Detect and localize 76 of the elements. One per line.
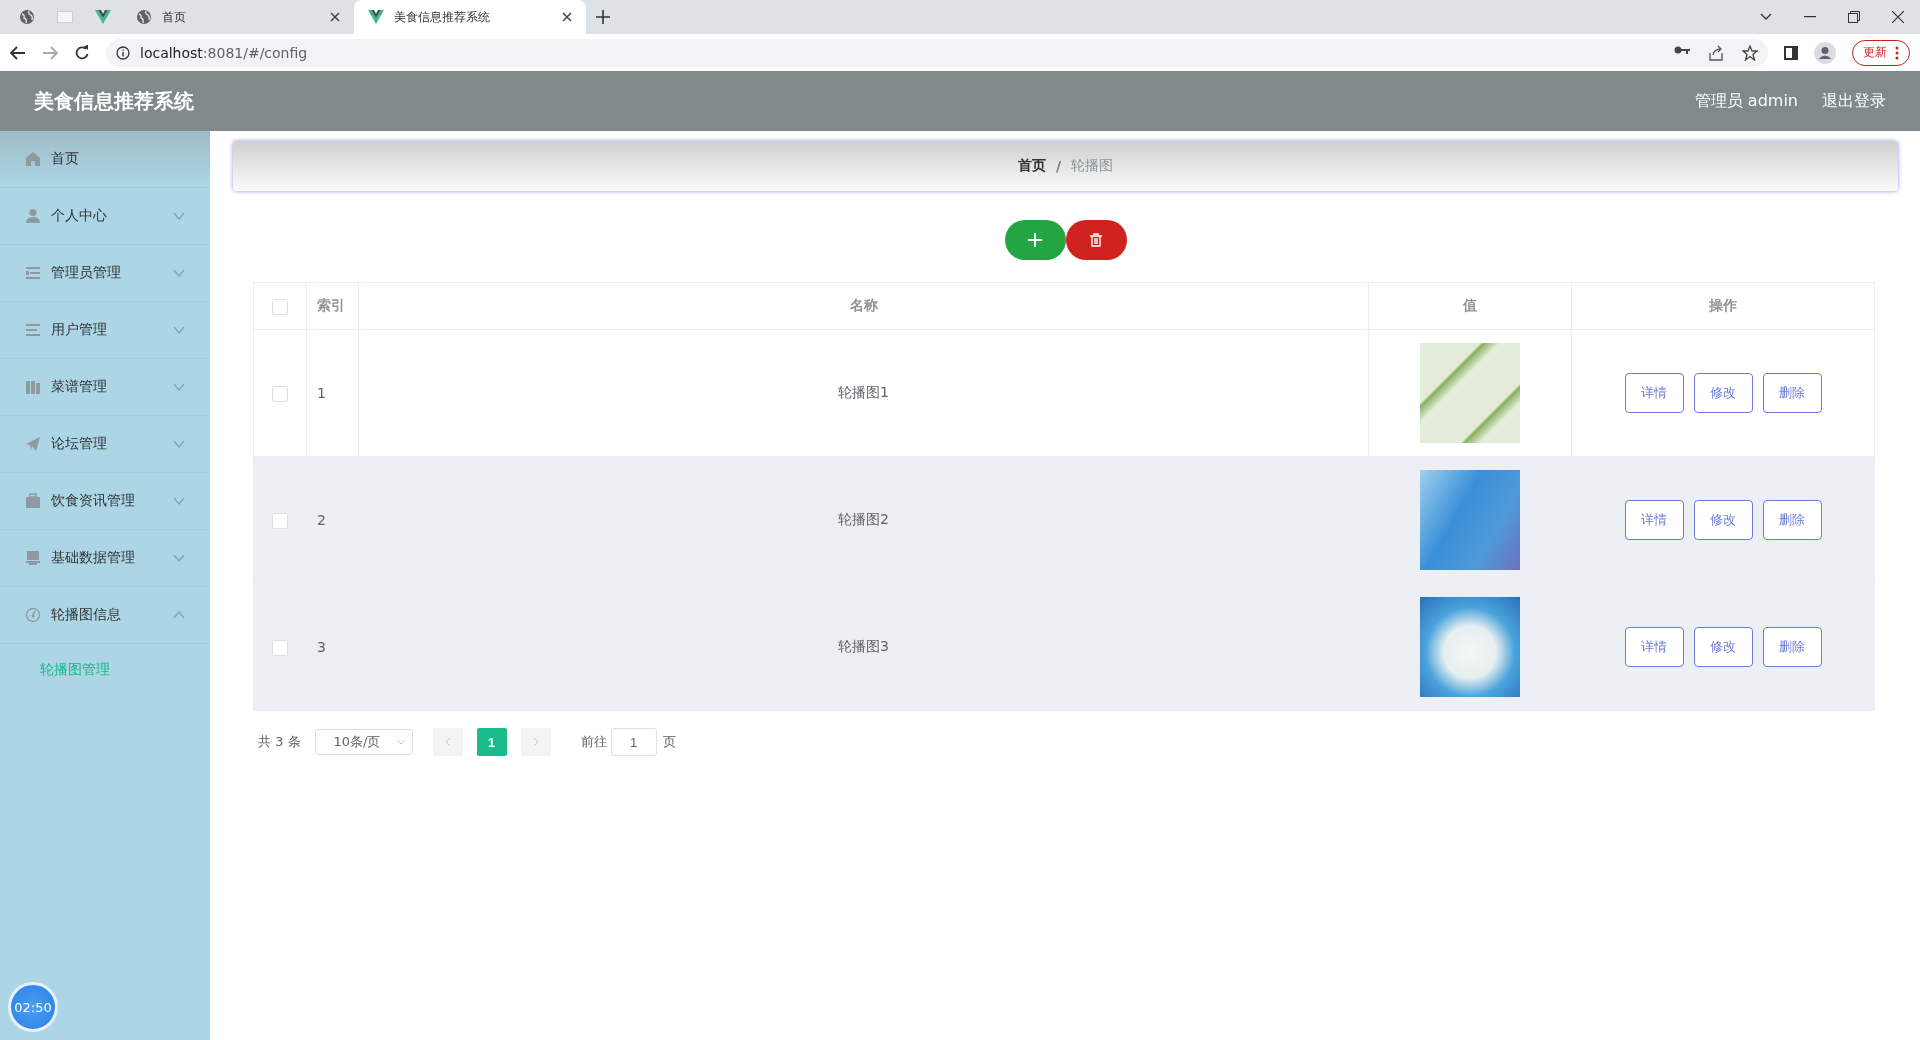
plus-icon: [1028, 233, 1042, 247]
sidebar-item[interactable]: 饮食资讯管理: [0, 473, 210, 530]
back-arrow-icon[interactable]: [10, 45, 26, 60]
row-checkbox[interactable]: [272, 639, 288, 656]
breadcrumb-item: 轮播图: [1071, 157, 1114, 175]
browser-tab[interactable]: 美食信息推荐系统: [354, 0, 586, 34]
table-cell: 轮播图2: [358, 456, 1369, 584]
chevron-down-icon: [395, 739, 406, 745]
action-button[interactable]: 详情: [1624, 500, 1684, 540]
sidebar-item[interactable]: 基础数据管理: [0, 530, 210, 587]
sidebar-item[interactable]: 菜谱管理: [0, 359, 210, 416]
close-icon[interactable]: [1892, 11, 1904, 23]
v-logo-icon[interactable]: [368, 10, 384, 24]
info-icon: [116, 45, 130, 60]
sidebar-item[interactable]: 轮播图信息: [0, 587, 210, 644]
total-count: 共 3 条: [258, 733, 301, 751]
sidebar-item[interactable]: 用户管理: [0, 302, 210, 359]
user-label: 管理员 admin: [1694, 90, 1798, 112]
action-button[interactable]: 修改: [1693, 500, 1753, 540]
address-bar[interactable]: localhost:8081/#/config: [106, 38, 1768, 67]
more-icon: [1895, 45, 1899, 60]
page-input[interactable]: 1: [610, 728, 657, 756]
close-icon[interactable]: [562, 12, 572, 22]
close-icon[interactable]: [330, 12, 340, 22]
column-header: 操作: [1571, 282, 1875, 330]
action-button[interactable]: 修改: [1693, 627, 1753, 667]
add-button[interactable]: [1004, 220, 1066, 260]
page-suffix: 页: [662, 733, 676, 751]
column-header: 值: [1368, 282, 1572, 330]
breadcrumb-separator: /: [1055, 158, 1062, 174]
globe-icon[interactable]: [19, 9, 35, 25]
profile-icon[interactable]: [1814, 41, 1836, 64]
column-header: 索引: [306, 282, 359, 330]
restore-icon[interactable]: [1848, 11, 1860, 23]
chevron-down-icon[interactable]: [1760, 13, 1772, 21]
action-button[interactable]: 修改: [1693, 373, 1753, 413]
row-checkbox[interactable]: [272, 512, 288, 529]
sidebar-item[interactable]: 个人中心: [0, 188, 210, 245]
trash-icon: [1090, 233, 1102, 247]
globe-icon[interactable]: [136, 9, 152, 25]
action-button[interactable]: 删除: [1762, 627, 1822, 667]
share-icon[interactable]: [1708, 44, 1724, 61]
action-button[interactable]: 删除: [1762, 500, 1822, 540]
action-button[interactable]: 删除: [1762, 373, 1822, 413]
table-cell: 轮播图1: [358, 329, 1369, 457]
reload-icon[interactable]: [74, 44, 90, 61]
logout-link[interactable]: 退出登录: [1822, 90, 1886, 112]
row-checkbox[interactable]: [272, 385, 288, 402]
page-size-select[interactable]: 10条/页: [314, 729, 413, 755]
timer-badge: 02:50: [8, 982, 58, 1032]
star-icon[interactable]: [1742, 44, 1758, 61]
browser-tab[interactable]: 首页: [122, 0, 354, 34]
sidebar-item[interactable]: 首页: [0, 131, 210, 188]
plus-icon[interactable]: [596, 10, 610, 24]
key-icon[interactable]: [1674, 44, 1690, 55]
minimize-icon[interactable]: [1804, 16, 1816, 18]
chevron-left-icon: [444, 737, 451, 747]
table-cell: 1: [306, 329, 359, 457]
column-header: 名称: [358, 282, 1369, 330]
table-cell: 2: [306, 456, 359, 584]
v-logo-icon[interactable]: [95, 10, 111, 24]
sidebar-item[interactable]: 管理员管理: [0, 245, 210, 302]
table-cell: 3: [306, 583, 359, 711]
chevron-right-icon: [532, 737, 539, 747]
action-button[interactable]: 详情: [1624, 627, 1684, 667]
breadcrumb-item[interactable]: 首页: [1017, 157, 1046, 175]
delete-button[interactable]: [1065, 220, 1127, 260]
app-title: 美食信息推荐系统: [34, 87, 194, 115]
goto-label: 前往: [580, 733, 607, 751]
update-button[interactable]: 更新: [1852, 39, 1910, 66]
side-panel-icon[interactable]: [1784, 45, 1798, 60]
table-cell: 轮播图3: [358, 583, 1369, 711]
sidebar-item[interactable]: 论坛管理: [0, 416, 210, 473]
url-text: localhost:8081/#/config: [140, 44, 308, 61]
select-all-checkbox[interactable]: [272, 298, 288, 315]
action-button[interactable]: 详情: [1624, 373, 1684, 413]
